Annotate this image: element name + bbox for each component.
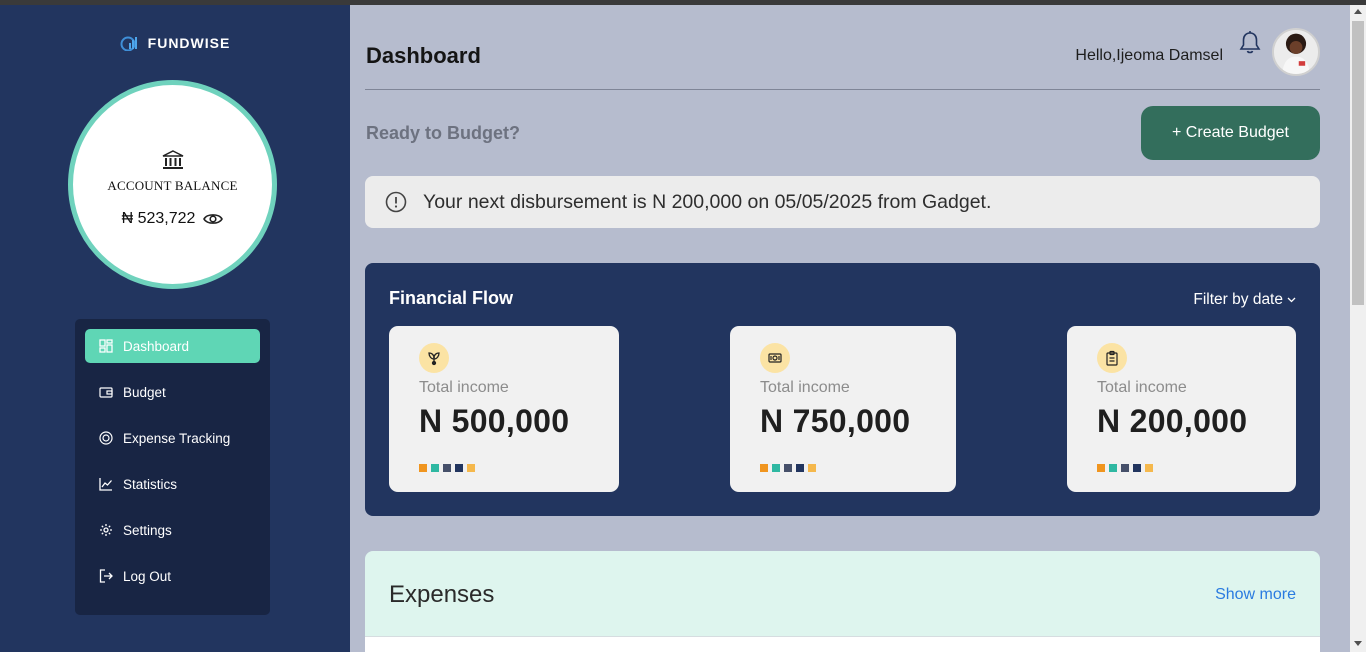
plant-icon (419, 343, 449, 373)
header-divider (365, 89, 1320, 90)
sidebar-item-log-out[interactable]: Log Out (85, 559, 260, 593)
sidebar-item-label: Settings (123, 522, 172, 538)
show-more-link[interactable]: Show more (1215, 586, 1296, 604)
card-value: N 750,000 (760, 403, 911, 439)
card-value: N 500,000 (419, 403, 570, 439)
account-balance-amount: ₦ 523,722 (121, 209, 196, 227)
dot (772, 464, 780, 472)
card-value: N 200,000 (1097, 403, 1248, 439)
vertical-scrollbar[interactable] (1350, 5, 1366, 652)
dot (760, 464, 768, 472)
grid-icon (99, 339, 113, 353)
dot (1133, 464, 1141, 472)
dot (431, 464, 439, 472)
eye-icon[interactable] (203, 212, 224, 226)
dot (808, 464, 816, 472)
chevron-down-icon (1287, 297, 1296, 303)
user-greeting: Hello,Ijeoma Damsel (1075, 47, 1223, 64)
notice-text: Your next disbursement is N 200,000 on 0… (423, 190, 992, 213)
card-label: Total income (760, 379, 850, 396)
financial-flow-title: Financial Flow (389, 288, 514, 308)
sidebar-item-statistics[interactable]: Statistics (85, 467, 260, 501)
account-balance-label: ACCOUNT BALANCE (107, 177, 238, 193)
dot (1145, 464, 1153, 472)
account-balance-card: ACCOUNT BALANCE ₦ 523,722 (68, 80, 277, 289)
logout-icon (99, 569, 113, 583)
scroll-up-arrow-icon[interactable] (1354, 9, 1362, 14)
main-content: Dashboard Hello,Ijeoma Damsel Ready to B… (350, 5, 1350, 652)
dot (419, 464, 427, 472)
color-dots (1097, 464, 1153, 472)
bank-icon (162, 149, 183, 169)
sidebar-nav: Dashboard Budget Expense Tracking Statis… (75, 319, 270, 615)
brand-name: FUNDWISE (147, 35, 231, 51)
expenses-title: Expenses (389, 581, 495, 608)
card-label: Total income (1097, 379, 1187, 396)
create-budget-button[interactable]: + Create Budget (1141, 106, 1320, 160)
dot (784, 464, 792, 472)
money-icon (760, 343, 790, 373)
bell-icon[interactable] (1238, 30, 1262, 56)
sidebar-item-label: Dashboard (123, 338, 190, 354)
dot (796, 464, 804, 472)
financial-flow-panel: Financial Flow Filter by date Total inco… (365, 263, 1320, 516)
income-card[interactable]: Total income N 200,000 (1067, 326, 1296, 492)
dot (443, 464, 451, 472)
bar-chart-logo-icon (120, 36, 137, 51)
income-card[interactable]: Total income N 500,000 (389, 326, 619, 492)
clipboard-icon (1097, 343, 1127, 373)
trend-icon (99, 478, 112, 491)
expenses-list-area (365, 636, 1320, 652)
disbursement-notice: Your next disbursement is N 200,000 on 0… (365, 176, 1320, 228)
income-card[interactable]: Total income N 750,000 (730, 326, 956, 492)
filter-by-date-dropdown[interactable]: Filter by date (1193, 291, 1296, 309)
coin-icon (99, 431, 113, 445)
sidebar-item-dashboard[interactable]: Dashboard (85, 329, 260, 363)
budget-prompt: Ready to Budget? (366, 123, 521, 143)
filter-label: Filter by date (1193, 291, 1283, 308)
dot (467, 464, 475, 472)
sidebar: FUNDWISE ACCOUNT BALANCE ₦ 523,722 Dashb… (0, 5, 350, 652)
color-dots (760, 464, 816, 472)
scroll-down-arrow-icon[interactable] (1354, 641, 1362, 646)
wallet-icon (99, 387, 113, 398)
info-icon (385, 191, 407, 213)
sidebar-item-expense-tracking[interactable]: Expense Tracking (85, 421, 260, 455)
account-balance-row: ₦ 523,722 (122, 210, 224, 228)
sidebar-item-budget[interactable]: Budget (85, 375, 260, 409)
user-avatar-icon (1274, 30, 1318, 74)
card-label: Total income (419, 379, 509, 396)
dot (455, 464, 463, 472)
gear-icon (100, 524, 112, 536)
sidebar-item-label: Log Out (123, 568, 172, 584)
dot (1097, 464, 1105, 472)
brand[interactable]: FUNDWISE (0, 35, 350, 51)
sidebar-item-settings[interactable]: Settings (85, 513, 260, 547)
scroll-thumb[interactable] (1352, 21, 1364, 305)
color-dots (419, 464, 475, 472)
page-title: Dashboard (366, 43, 481, 68)
sidebar-item-label: Statistics (123, 476, 178, 492)
sidebar-item-label: Expense Tracking (123, 430, 231, 446)
expenses-panel: Expenses Show more (365, 551, 1320, 652)
dot (1109, 464, 1117, 472)
avatar[interactable] (1272, 28, 1320, 76)
dot (1121, 464, 1129, 472)
app-window: FUNDWISE ACCOUNT BALANCE ₦ 523,722 Dashb… (0, 5, 1350, 652)
sidebar-item-label: Budget (123, 384, 166, 400)
